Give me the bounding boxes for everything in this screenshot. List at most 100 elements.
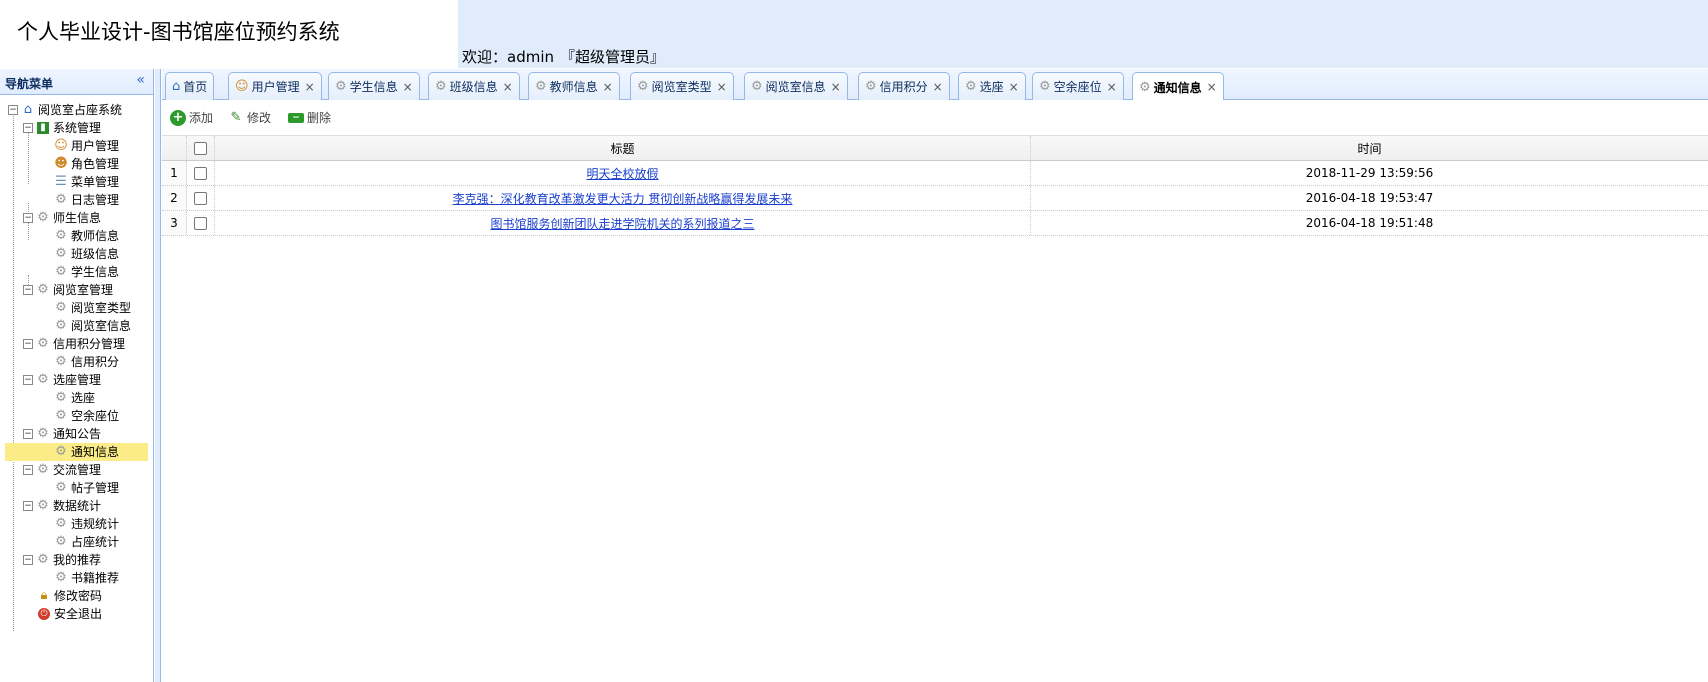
tree-node-root[interactable]: − ⌂ 阅览室占座系统 — [8, 101, 122, 119]
close-icon[interactable]: × — [1207, 80, 1217, 94]
close-icon[interactable]: × — [603, 80, 613, 94]
tab-teacher-info[interactable]: ⚙ 教师信息 × — [528, 72, 620, 100]
tab-credit-points[interactable]: ⚙ 信用积分 × — [858, 72, 950, 100]
tab-bar: ⌂ 首页 ☺ 用户管理 × ⚙ 学生信息 × ⚙ 班级信息 × ⚙ 教师信息 ×… — [162, 69, 1708, 101]
tree-node-credit-mgmt[interactable]: − ⚙ 信用积分管理 — [23, 335, 125, 353]
tree-node-seat-mgmt[interactable]: − ⚙ 选座管理 — [23, 371, 101, 389]
tree-node-system-mgmt[interactable]: − ▮ 系统管理 — [23, 119, 101, 137]
gear-icon: ⚙ — [55, 228, 67, 243]
tree-node-book-recommend[interactable]: ⚙ 书籍推荐 — [53, 569, 119, 587]
tree-node-logout[interactable]: ⏻ 安全退出 — [36, 605, 102, 623]
tree-node-data-stats[interactable]: − ⚙ 数据统计 — [23, 497, 101, 515]
close-icon[interactable]: × — [503, 80, 513, 94]
tree-node-class-info[interactable]: ⚙ 班级信息 — [53, 245, 119, 263]
gear-icon: ⚙ — [865, 79, 877, 94]
tree-node-violation-stats[interactable]: ⚙ 违规统计 — [53, 515, 119, 533]
close-icon[interactable]: × — [305, 80, 315, 94]
notice-title-link[interactable]: 李克强：深化教育改革激发更大活力 贯彻创新战略赢得发展未来 — [453, 190, 793, 207]
close-icon[interactable]: × — [717, 80, 727, 94]
tab-label: 用户管理 — [251, 80, 300, 94]
tree-node-reading-room-mgmt[interactable]: − ⚙ 阅览室管理 — [23, 281, 113, 299]
tab-user-mgmt[interactable]: ☺ 用户管理 × — [228, 72, 322, 100]
select-all-checkbox[interactable] — [194, 141, 207, 155]
table-row[interactable]: 1 明天全校放假 2018-11-29 13:59:56 — [162, 161, 1708, 186]
tab-notice-info[interactable]: ⚙ 通知信息 × — [1132, 72, 1224, 101]
collapse-toggle-icon[interactable]: − — [23, 213, 33, 223]
tree-node-teacher-student[interactable]: − ⚙ 师生信息 — [23, 209, 101, 227]
close-icon[interactable]: × — [1009, 80, 1019, 94]
add-button[interactable]: + 添加 — [170, 109, 213, 126]
tree-node-my-recommend[interactable]: − ⚙ 我的推荐 — [23, 551, 101, 569]
tab-class-info[interactable]: ⚙ 班级信息 × — [428, 72, 520, 100]
tab-room-type[interactable]: ⚙ 阅览室类型 × — [630, 72, 734, 100]
collapse-toggle-icon[interactable]: − — [23, 339, 33, 349]
tree-node-menu-mgmt[interactable]: ☰ 菜单管理 — [53, 173, 119, 191]
tree-label: 角色管理 — [71, 157, 120, 171]
tree-label: 违规统计 — [71, 517, 120, 531]
notice-title-link[interactable]: 图书馆服务创新团队走进学院机关的系列报道之三 — [490, 215, 754, 232]
tree-node-user-mgmt[interactable]: ☺ 用户管理 — [53, 137, 119, 155]
row-number: 3 — [162, 211, 187, 235]
collapse-toggle-icon[interactable]: − — [23, 375, 33, 385]
title-column-header[interactable]: 标题 — [215, 136, 1031, 160]
gear-icon: ⚙ — [37, 552, 49, 567]
edit-button[interactable]: ✎ 修改 — [228, 109, 271, 126]
tab-student-info[interactable]: ⚙ 学生信息 × — [328, 72, 420, 100]
role-icon: ☻ — [54, 156, 68, 171]
gear-icon: ⚙ — [435, 79, 447, 94]
layout-splitter[interactable] — [155, 69, 161, 682]
collapse-toggle-icon[interactable]: − — [23, 501, 33, 511]
close-icon[interactable]: × — [831, 80, 841, 94]
tree-node-post-mgmt[interactable]: ⚙ 帖子管理 — [53, 479, 119, 497]
tree-node-room-type[interactable]: ⚙ 阅览室类型 — [53, 299, 131, 317]
collapse-toggle-icon[interactable]: − — [23, 285, 33, 295]
tree-label: 阅览室管理 — [53, 283, 114, 297]
tree-label: 安全退出 — [54, 607, 103, 621]
tab-home[interactable]: ⌂ 首页 — [165, 72, 215, 100]
tree-node-choose-seat[interactable]: ⚙ 选座 — [53, 389, 95, 407]
delete-button[interactable]: − 删除 — [288, 109, 331, 126]
gear-icon: ⚙ — [37, 372, 49, 387]
tab-room-info[interactable]: ⚙ 阅览室信息 × — [744, 72, 848, 100]
row-checkbox[interactable] — [194, 191, 207, 205]
collapse-toggle-icon[interactable]: − — [23, 429, 33, 439]
title-cell: 图书馆服务创新团队走进学院机关的系列报道之三 — [215, 211, 1031, 235]
menu-icon: ☰ — [55, 174, 67, 189]
tab-free-seats[interactable]: ⚙ 空余座位 × — [1032, 72, 1124, 100]
row-checkbox[interactable] — [194, 166, 207, 180]
tree-node-role-mgmt[interactable]: ☻ 角色管理 — [53, 155, 119, 173]
tree-label: 阅览室占座系统 — [38, 103, 123, 117]
time-column-header[interactable]: 时间 — [1031, 136, 1708, 160]
collapse-icon[interactable]: « — [136, 72, 145, 88]
tab-choose-seat[interactable]: ⚙ 选座 × — [958, 72, 1026, 100]
collapse-toggle-icon[interactable]: − — [23, 555, 33, 565]
tree-node-room-info[interactable]: ⚙ 阅览室信息 — [53, 317, 131, 335]
gear-icon: ⚙ — [55, 300, 67, 315]
tree-node-change-password[interactable]: 🔒︎ 修改密码 — [36, 587, 102, 605]
home-icon: ⌂ — [23, 102, 33, 117]
tree-node-teacher-info[interactable]: ⚙ 教师信息 — [53, 227, 119, 245]
welcome-user: 欢迎：admin — [462, 48, 554, 66]
row-checkbox[interactable] — [194, 216, 207, 230]
tree-node-seat-stats[interactable]: ⚙ 占座统计 — [53, 533, 119, 551]
table-row[interactable]: 3 图书馆服务创新团队走进学院机关的系列报道之三 2016-04-18 19:5… — [162, 211, 1708, 236]
tree-label: 通知公告 — [53, 427, 102, 441]
close-icon[interactable]: × — [933, 80, 943, 94]
collapse-toggle-icon[interactable]: − — [23, 465, 33, 475]
gear-icon: ⚙ — [55, 516, 67, 531]
close-icon[interactable]: × — [1107, 80, 1117, 94]
close-icon[interactable]: × — [403, 80, 413, 94]
tree-label: 帖子管理 — [71, 481, 120, 495]
tree-node-free-seats[interactable]: ⚙ 空余座位 — [53, 407, 119, 425]
tree-node-student-info[interactable]: ⚙ 学生信息 — [53, 263, 119, 281]
tree-node-log-mgmt[interactable]: ⚙ 日志管理 — [53, 191, 119, 209]
collapse-toggle-icon[interactable]: − — [23, 123, 33, 133]
notice-title-link[interactable]: 明天全校放假 — [586, 165, 658, 182]
collapse-toggle-icon[interactable]: − — [8, 105, 18, 115]
tree-node-notice[interactable]: − ⚙ 通知公告 — [23, 425, 101, 443]
tree-node-exchange-mgmt[interactable]: − ⚙ 交流管理 — [23, 461, 101, 479]
tree-label: 书籍推荐 — [71, 571, 120, 585]
tree-node-notice-info[interactable]: ⚙ 通知信息 — [5, 443, 148, 461]
tree-node-credit-points[interactable]: ⚙ 信用积分 — [53, 353, 119, 371]
table-row[interactable]: 2 李克强：深化教育改革激发更大活力 贯彻创新战略赢得发展未来 2016-04-… — [162, 186, 1708, 211]
